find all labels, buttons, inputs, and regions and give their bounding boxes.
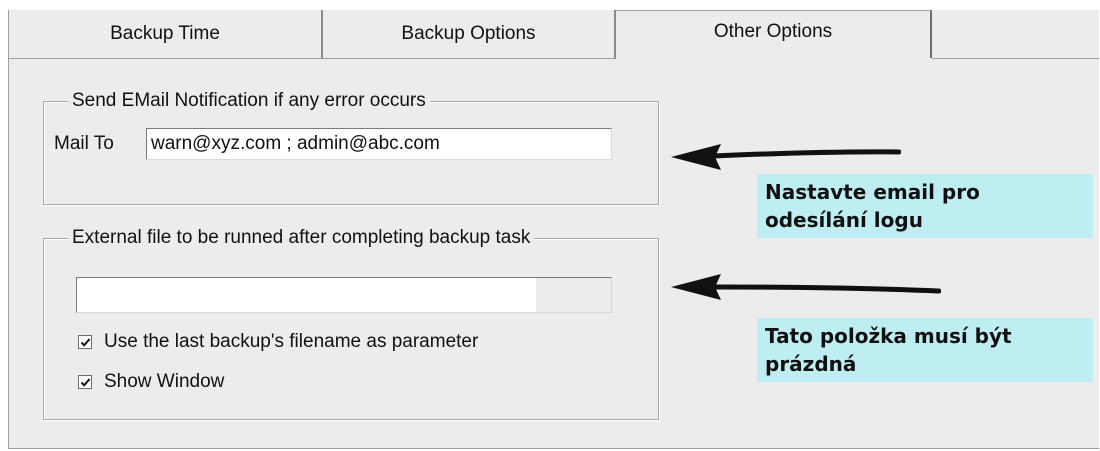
checkmark-icon — [80, 377, 90, 387]
tab-backup-options[interactable]: Backup Options — [323, 10, 616, 59]
use-last-filename-checkbox[interactable] — [78, 335, 92, 349]
show-window-checkbox[interactable] — [78, 375, 92, 389]
external-group-legend: External file to be runned after complet… — [68, 227, 535, 249]
mail-to-label: Mail To — [54, 133, 114, 154]
email-annotation-note: Nastavte email pro odesílání logu — [757, 174, 1093, 238]
tab-bar: Backup Time Backup Options Other Options — [9, 10, 1099, 59]
external-file-group: External file to be runned after complet… — [43, 227, 659, 420]
options-dialog: Backup Time Backup Options Other Options… — [8, 10, 1099, 449]
show-window-row: Show Window — [78, 371, 224, 393]
use-last-filename-row: Use the last backup's filename as parame… — [78, 331, 478, 353]
tab-backup-time[interactable]: Backup Time — [9, 10, 323, 59]
checkmark-icon — [80, 337, 90, 347]
mail-to-input[interactable] — [146, 128, 612, 160]
file-annotation-note: Tato položka musí být prázdná — [757, 318, 1093, 382]
left-arrow-icon — [671, 274, 941, 300]
external-file-input[interactable] — [76, 277, 612, 313]
tab-bar-filler — [932, 10, 1099, 59]
email-notification-group: Send EMail Notification if any error occ… — [43, 90, 659, 205]
left-arrow-icon — [671, 144, 901, 170]
use-last-filename-label: Use the last backup's filename as parame… — [104, 331, 479, 352]
show-window-label: Show Window — [104, 371, 225, 392]
email-group-legend: Send EMail Notification if any error occ… — [68, 90, 430, 112]
tab-other-options[interactable]: Other Options — [616, 10, 932, 58]
